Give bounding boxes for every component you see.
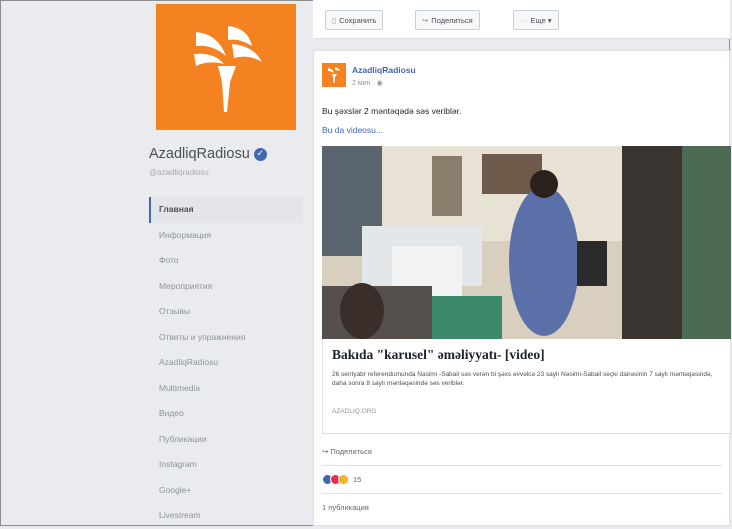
page-logo[interactable] [156,4,296,130]
share-action[interactable]: ↪ Поделиться [322,441,722,463]
link-domain: AZADLIQ.ORG [332,408,377,415]
post-author-link[interactable]: AzadliqRadiosu [352,65,416,75]
post-timestamp[interactable]: 2 мин · ◉ [352,79,383,87]
shares-count-link[interactable]: 1 публикация [322,503,369,512]
share-label: Поделиться [431,16,473,25]
sidebar-item-qa[interactable]: Ответы и упражнения [149,325,303,351]
feed-post: AzadliqRadiosu 2 мин · ◉ Bu şəxslər 2 mə… [313,50,731,526]
ellipsis-icon: ··· [520,16,528,25]
sidebar-item-home[interactable]: Главная [149,197,303,223]
bookmark-icon: ▯ [332,16,337,25]
avatar[interactable] [322,63,346,87]
share-action-label: Поделиться [330,447,372,456]
sidebar-nav: Главная Информация Фото Мероприятия Отзы… [149,197,303,529]
page-sidebar: AzadliqRadiosu ✓ @azadliqradiosu Главная… [140,0,303,528]
sidebar-item-multimedia[interactable]: Multimedia [149,376,303,402]
link-preview-box[interactable]: Bakıda "karusel" əməliyyatı- [video] 26 … [322,339,731,434]
sidebar-item-azadliq[interactable]: AzadliqRadiosu [149,350,303,376]
page-handle: @azadliqradiosu [149,168,209,177]
link-description: 26 sentyabr referendumunda Nasimi -Sabai… [332,371,713,387]
torch-logo-icon [328,67,340,83]
share-arrow-icon: ↪ [422,16,429,25]
torch-logo-icon [194,26,262,112]
reaction-count: 15 [353,474,362,484]
chevron-down-icon: ▾ [545,16,552,25]
page-title[interactable]: AzadliqRadiosu ✓ [149,146,267,162]
link-preview-image[interactable] [322,146,731,339]
reactions-summary[interactable]: 15 [322,471,361,487]
save-button[interactable]: ▯ Сохранить [325,10,384,30]
page-action-toolbar: ▯ Сохранить ↪ Поделиться ··· Еще ▾ [313,0,730,39]
more-button[interactable]: ··· Еще ▾ [513,10,559,30]
check-circle-icon: ✓ [253,147,267,161]
sidebar-item-reviews[interactable]: Отзывы [149,299,303,325]
see-more-link[interactable]: Bu da videosu... [322,125,383,135]
post-text: Bu şəxslər 2 məntəqədə səs veriblər. [322,106,462,116]
sidebar-item-instagram[interactable]: Instagram [149,452,303,478]
wow-reaction-icon [338,473,349,485]
sidebar-item-posts[interactable]: Публикации [149,427,303,453]
page-name-text: AzadliqRadiosu [149,146,250,162]
sidebar-item-livestream[interactable]: Livestream [149,503,303,529]
save-label: Сохранить [339,16,377,25]
link-title[interactable]: Bakıda "karusel" əməliyyatı- [video] [332,347,545,363]
sidebar-item-about[interactable]: Информация [149,223,303,249]
sidebar-item-photos[interactable]: Фото [149,248,303,274]
divider [322,465,722,466]
sidebar-item-events[interactable]: Мероприятия [149,274,303,300]
sidebar-item-videos[interactable]: Видео [149,401,303,427]
divider [322,493,722,494]
more-label: Еще [530,16,546,25]
share-button[interactable]: ↪ Поделиться [415,10,480,30]
polling-station-photo [322,146,731,339]
sidebar-item-google-plus[interactable]: Google+ [149,478,303,504]
